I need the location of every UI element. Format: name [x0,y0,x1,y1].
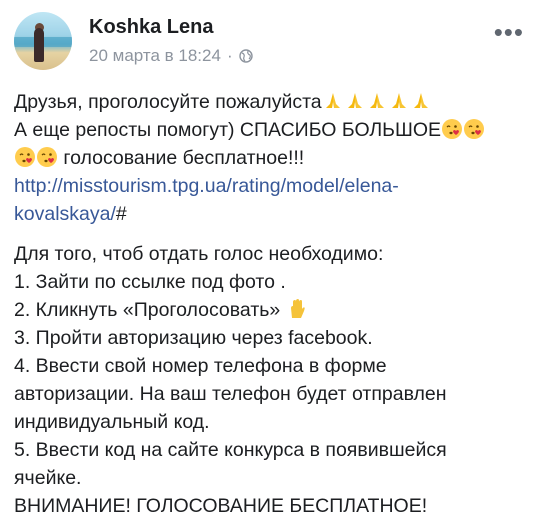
instruction-line: индивидуальный код. [14,411,210,433]
meta-separator: · [226,46,233,65]
pray-emoji-icon [347,93,362,108]
post-line-3: голосование бесплатное!!! [14,144,524,172]
post-header: Koshka Lena 20 марта в 18:24 · ••• [14,12,536,72]
pray-emoji-icon [369,93,384,108]
instruction-line-with-icon: 2. Кликнуть «Проголосовать» [14,296,524,324]
post-text-line-3: голосование бесплатное!!! [58,147,305,169]
link-hash: # [115,203,127,225]
post-line-1: Друзья, проголосуйте пожалуйста [14,88,524,116]
instruction-line: 1. Зайти по ссылке под фото . [14,271,286,293]
post-line-2: А еще репосты помогут) СПАСИБО БОЛЬШОЕ [14,116,524,144]
pray-emoji-icon [413,93,428,108]
post-meta: 20 марта в 18:24 · [89,46,253,66]
timestamp[interactable]: 20 марта в 18:24 [89,46,221,66]
instruction-line: 2. Кликнуть «Проголосовать» [14,299,286,321]
instruction-line: ВНИМАНИЕ! ГОЛОСОВАНИЕ БЕСПЛАТНОЕ! [14,495,428,517]
post-text-line-1: Друзья, проголосуйте пожалуйста [14,91,322,113]
more-options-button[interactable]: ••• [494,19,524,45]
kissing-heart-emoji-icon [464,119,485,139]
kissing-heart-emoji-icon [15,147,35,167]
kissing-heart-emoji-icon [442,119,463,139]
instruction-line: авторизации. На ваш телефон будет отправ… [14,383,447,405]
post-text-line-2: А еще репосты помогут) СПАСИБО БОЛЬШОЕ [14,119,442,141]
avatar[interactable] [14,12,72,70]
contest-link-part-1[interactable]: http://misstourism.tpg.ua/rating/model/e… [14,175,399,197]
contest-link[interactable]: http://misstourism.tpg.ua/rating/model/e… [14,175,399,225]
instruction-line: 4. Ввести свой номер телефона в форме [14,355,387,377]
contest-link-part-2[interactable]: kovalskaya/ [14,203,116,225]
pray-emoji-icon [391,93,406,108]
globe-icon[interactable] [238,49,253,63]
post-link-line: http://misstourism.tpg.ua/rating/model/e… [14,172,524,228]
author-name[interactable]: Koshka Lena [89,16,213,39]
pray-emoji-icon [325,93,340,108]
instruction-line: 3. Пройти авторизацию через facebook. [14,327,373,349]
post-body: Друзья, проголосуйте пожалуйста А еще ре… [14,88,524,520]
instruction-line: 5. Ввести код на сайте конкурса в появив… [14,439,447,461]
instruction-line: ячейке. [14,467,82,489]
raised-hand-emoji-icon [290,299,305,318]
kissing-heart-emoji-icon [37,147,57,167]
instruction-line: Для того, чтоб отдать голос необходимо: [14,243,384,265]
